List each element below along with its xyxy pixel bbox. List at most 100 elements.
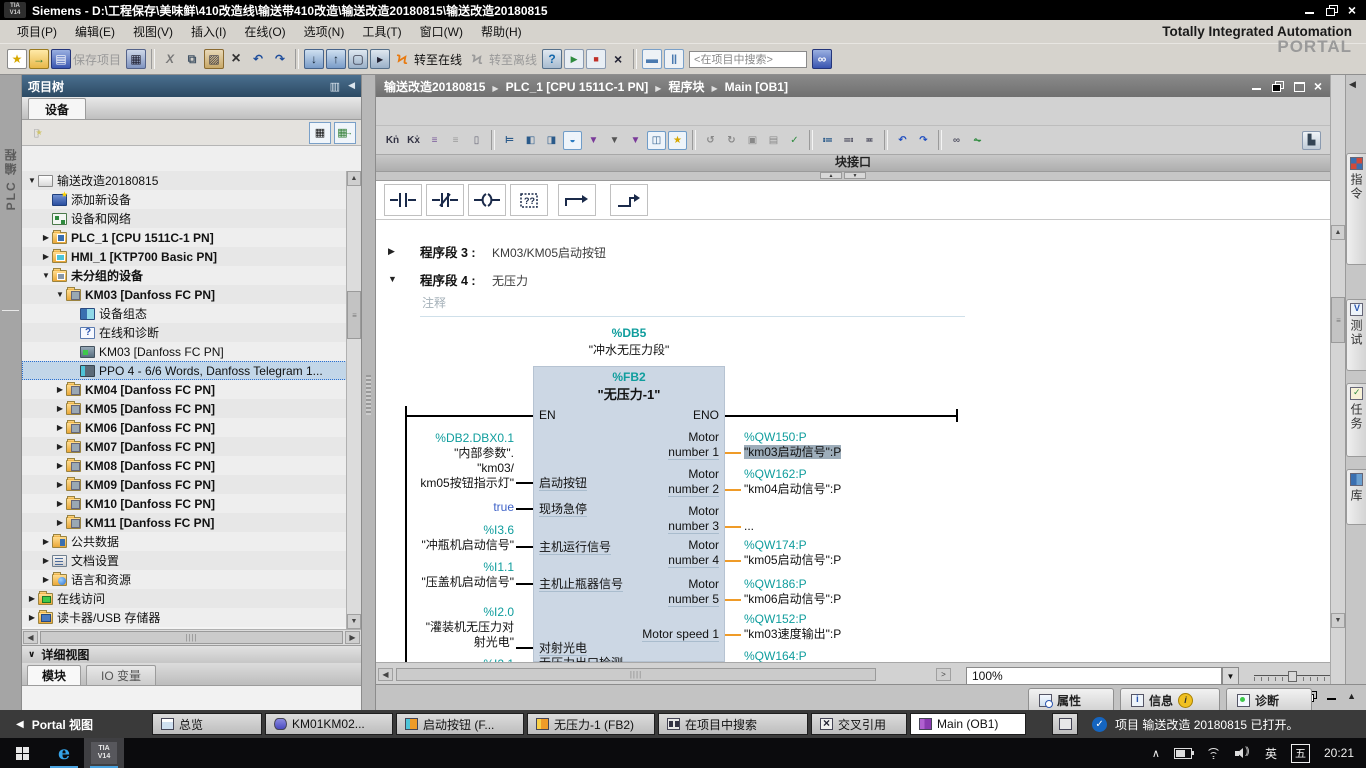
battery-icon[interactable] (1174, 748, 1192, 759)
tree-expander-icon[interactable]: ▶ (54, 480, 66, 489)
tree-scroll-left-button[interactable]: ◀ (23, 631, 38, 644)
network4-label[interactable]: 程序段 4 : (420, 270, 476, 289)
inspector-minimize-icon[interactable] (1326, 691, 1338, 701)
fb-output-pin[interactable]: number 5 (589, 592, 719, 606)
tree-expander-icon[interactable]: ▶ (26, 594, 38, 603)
tree-item[interactable]: PPO 4 - 6/6 Words, Danfoss Telegram 1... (22, 361, 361, 380)
copy-net-icon[interactable]: ▣ (743, 131, 762, 150)
stop-cpu-icon[interactable]: ■ (586, 49, 606, 69)
print-icon[interactable]: ▦ (126, 49, 146, 69)
menu-item-8[interactable]: 窗口(W) (411, 20, 472, 43)
rename-tag-icon[interactable]: ▼ (626, 131, 645, 150)
fb-output-operand[interactable]: "km03速度输出":P (744, 627, 841, 642)
reset-pins-icon[interactable]: ▯ (467, 131, 486, 150)
menu-item-6[interactable]: 选项(N) (295, 20, 354, 43)
right-rail-collapse-icon[interactable]: ◀ (1349, 79, 1356, 90)
find-in-project-icon[interactable]: ∞ (812, 49, 832, 69)
network4-expander-icon[interactable]: ▼ (388, 274, 397, 284)
panel-splitter[interactable] (362, 75, 376, 710)
canvas-scroll-thumb[interactable]: ≡ (1331, 297, 1345, 343)
menu-item-3[interactable]: 视图(V) (124, 20, 182, 43)
start-cpu-icon[interactable]: ▶ (564, 49, 584, 69)
network3-title[interactable]: KM03/KM05启动按钮 (492, 244, 606, 261)
menu-item-1[interactable]: 项目(P) (8, 20, 66, 43)
editor-close-icon[interactable]: × (1314, 81, 1322, 91)
window-restore-button[interactable] (1326, 5, 1338, 15)
tree-item[interactable]: KM03 [Danfoss FC PN] (22, 342, 361, 361)
editor-maximize-icon[interactable] (1293, 81, 1305, 91)
add-item-icon[interactable]: ▯★ (27, 122, 49, 144)
go-online-block-icon[interactable]: ↶ (893, 131, 912, 150)
fb-input-operand[interactable]: %I3.6 (386, 523, 514, 538)
paste-icon[interactable]: ▨ (204, 49, 224, 69)
tree-expander-icon[interactable]: ▶ (26, 613, 38, 622)
expand-view-icon[interactable]: ▦→ (334, 122, 356, 144)
fb-output-pin[interactable]: Motor (589, 430, 719, 444)
tia-taskbar-button[interactable]: TIAV14 (84, 738, 124, 768)
canvas-scroll-down-button[interactable]: ▼ (1331, 613, 1345, 628)
tree-item[interactable]: ▶KM09 [Danfoss FC PN] (22, 475, 361, 494)
fb-input-operand[interactable]: "冲瓶机启动信号" (386, 538, 514, 553)
save-project-icon[interactable]: ▤ (51, 49, 71, 69)
tree-expander-icon[interactable]: ▼ (26, 176, 38, 185)
network4-title[interactable]: 无压力 (492, 272, 528, 289)
tree-item[interactable]: ▶KM07 [Danfoss FC PN] (22, 437, 361, 456)
tree-expander-icon[interactable]: ▼ (54, 290, 66, 299)
tree-item[interactable]: ▶语言和资源 (22, 570, 361, 589)
task-button-6[interactable]: 交叉引用 (811, 713, 907, 735)
editor-minimize-icon[interactable] (1251, 81, 1263, 91)
tree-expander-icon[interactable]: ▶ (40, 556, 52, 565)
format-rows-icon[interactable]: ⊨ (500, 131, 519, 150)
tree-scroll-thumb[interactable]: ≡ (347, 291, 361, 339)
inspector-tab-info[interactable]: 信息i (1120, 688, 1220, 711)
canvas-vertical-scrollbar[interactable]: ▲ ≡ ▼ (1330, 75, 1345, 684)
split-editor-horizontal-icon[interactable]: ▬ (642, 49, 662, 69)
start-simulation-icon[interactable]: ▢ (348, 49, 368, 69)
delete-network-icon[interactable]: Kẋ (404, 131, 423, 150)
fb-input-pin[interactable]: 现场急停 (539, 500, 587, 517)
tree-item[interactable]: 添加新设备 (22, 190, 361, 209)
canvas-scroll-up-button[interactable]: ▲ (1331, 225, 1345, 240)
canvas-hscroll-thumb[interactable]: |||| (396, 668, 876, 681)
go-offline-label[interactable]: 转至离线 (489, 51, 537, 68)
fb-output-pin[interactable]: Motor (589, 538, 719, 552)
delete-row-icon[interactable]: ≡ (446, 131, 465, 150)
fb-output-operand[interactable]: "km05启动信号":P (744, 553, 841, 568)
tree-vertical-scrollbar[interactable]: ▲ ≡ ▼ (346, 171, 361, 629)
fb-input-pin[interactable]: 无压力出口检测 (539, 654, 623, 662)
right-rail-tab-instructions[interactable]: 指令 (1346, 153, 1366, 265)
tree-expander-icon[interactable]: ▶ (54, 518, 66, 527)
inspector-expand-icon[interactable]: ▲ (1347, 691, 1356, 701)
tree-expander-icon[interactable]: ▶ (54, 423, 66, 432)
detail-tab-io-tags[interactable]: IO 变量 (86, 665, 156, 685)
tree-scroll-up-button[interactable]: ▲ (347, 171, 361, 186)
auto-collapse-icon[interactable]: ▥ (330, 80, 340, 93)
block-interface-splitter[interactable]: ▲ ▼ (376, 172, 1330, 181)
breadcrumb-item[interactable]: Main [OB1] (725, 80, 788, 94)
monitor-glasses-icon[interactable]: ∞ (947, 131, 966, 150)
absolute-toggle-icon[interactable]: ◫ (647, 131, 666, 150)
open-branch-icon[interactable] (558, 184, 596, 216)
tree-item[interactable]: ▶KM04 [Danfoss FC PN] (22, 380, 361, 399)
redo-icon[interactable]: ↷ (270, 49, 290, 69)
tree-expander-icon[interactable]: ▶ (40, 252, 52, 261)
tree-scroll-down-button[interactable]: ▼ (347, 614, 361, 629)
fb-input-operand[interactable]: "压盖机启动信号" (386, 575, 514, 590)
fb-output-pin[interactable]: number 1 (589, 445, 719, 459)
right-rail-tab-libraries[interactable]: 库 (1346, 469, 1366, 525)
tree-item[interactable]: ▶KM05 [Danfoss FC PN] (22, 399, 361, 418)
ime-language-indicator[interactable]: 英 (1265, 745, 1277, 762)
fb-input-pin[interactable]: 启动按钮 (539, 474, 587, 491)
edge-taskbar-button[interactable]: e (44, 738, 84, 768)
tree-expander-icon[interactable]: ▶ (40, 233, 52, 242)
fb-output-address[interactable]: %QW164:P (744, 649, 807, 662)
tab-devices[interactable]: 设备 (28, 98, 86, 119)
tree-item[interactable]: ▶公共数据 (22, 532, 361, 551)
window-close-button[interactable]: × (1348, 5, 1356, 15)
zoom-dropdown-icon[interactable]: ▼ (1222, 667, 1239, 685)
contact-no-icon[interactable] (384, 184, 422, 216)
fb-db-name[interactable]: "冲水无压力段" (533, 341, 725, 358)
fb-input-operand[interactable]: true (386, 500, 514, 515)
jump-mid-icon[interactable]: ≕ (839, 131, 858, 150)
menu-item-4[interactable]: 插入(I) (182, 20, 235, 43)
